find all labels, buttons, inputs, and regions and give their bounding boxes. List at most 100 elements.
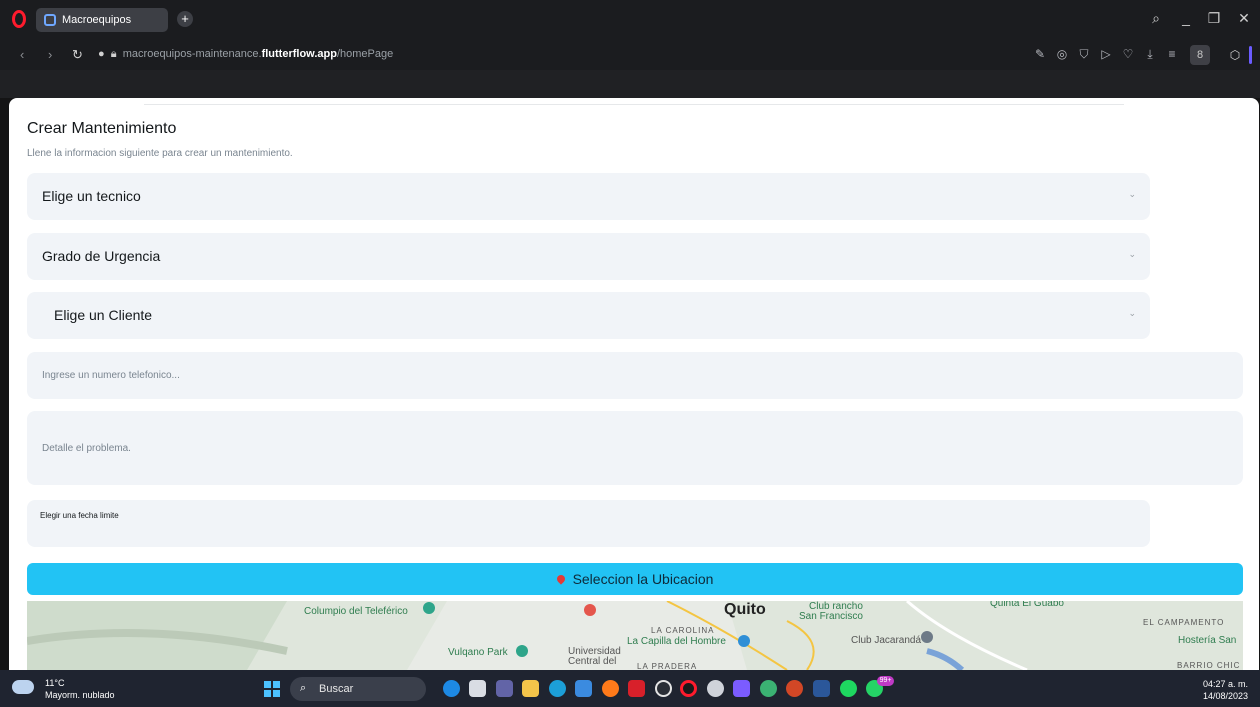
download-icon[interactable]: ⤓ bbox=[1143, 47, 1157, 61]
location-pin-icon: ● bbox=[98, 48, 105, 60]
search-icon: ⌕ bbox=[300, 682, 307, 694]
museum-pin-icon bbox=[738, 635, 750, 647]
hospital-pin-icon bbox=[584, 604, 596, 616]
fecha-limite-picker[interactable]: Elegir una fecha limite bbox=[27, 500, 1150, 547]
map-label: San Francisco bbox=[799, 611, 863, 622]
restore-icon[interactable]: ❐ bbox=[1204, 10, 1224, 27]
chevron-down-icon: ⌄ bbox=[1128, 189, 1136, 199]
shield-icon[interactable]: ⛉ bbox=[1077, 47, 1091, 61]
map-label: La Capilla del Hombre bbox=[627, 636, 726, 647]
park-pin-icon bbox=[423, 602, 435, 614]
notification-badge: 99+ bbox=[877, 676, 894, 686]
telefono-field bbox=[27, 352, 1243, 399]
taskbar-search[interactable]: ⌕ Buscar bbox=[290, 677, 426, 701]
clock-time: 04:27 a. m. bbox=[1202, 679, 1248, 689]
weather-condition: Mayorm. nublado bbox=[45, 690, 115, 700]
system-clock[interactable]: 04:27 a. m. 14/08/2023 bbox=[1203, 678, 1248, 702]
place-pin-icon bbox=[921, 631, 933, 643]
sidebar-accent bbox=[1249, 46, 1252, 64]
app-icon[interactable] bbox=[733, 680, 750, 697]
search-label: Buscar bbox=[319, 683, 354, 695]
select-location-button[interactable]: Seleccion la Ubicacion bbox=[27, 563, 1243, 595]
app-icon[interactable] bbox=[760, 680, 777, 697]
app-icon[interactable] bbox=[707, 680, 724, 697]
cliente-dropdown[interactable]: Elige un Cliente ⌄ bbox=[27, 292, 1150, 339]
address-bar: ‹ › ↻ ● 🔒︎ macroequipos-maintenance.flut… bbox=[0, 40, 1260, 70]
tab-title: Macroequipos bbox=[62, 14, 132, 26]
map-city-label: Quito bbox=[724, 601, 766, 618]
browser-tab-bar: Macroequipos + ⌕ _ ❐ ✕ bbox=[0, 0, 1260, 40]
opera-icon[interactable] bbox=[680, 680, 697, 697]
start-icon[interactable] bbox=[264, 681, 280, 697]
map-label: Club Jacarandá bbox=[851, 635, 922, 646]
problema-input[interactable] bbox=[27, 411, 1243, 485]
minimize-icon[interactable]: _ bbox=[1176, 10, 1196, 26]
clock-date: 14/08/2023 bbox=[1202, 691, 1248, 701]
url-domain: flutterflow.app bbox=[261, 48, 337, 60]
map-label: Vulqano Park bbox=[448, 647, 508, 658]
url-field[interactable]: ● 🔒︎ macroequipos-maintenance.flutterflo… bbox=[98, 48, 393, 61]
profile-button[interactable]: 8 bbox=[1190, 45, 1210, 65]
edit-icon[interactable]: ✎ bbox=[1033, 47, 1047, 61]
problema-field bbox=[27, 411, 1243, 485]
new-tab-icon[interactable]: + bbox=[177, 11, 193, 27]
extensions-icon[interactable]: ⬡ bbox=[1226, 45, 1244, 65]
chevron-down-icon: ⌄ bbox=[1128, 249, 1136, 259]
close-icon[interactable]: ✕ bbox=[1234, 10, 1254, 27]
map-label: EL CAMPAMENTO bbox=[1143, 618, 1225, 627]
fecha-limite-label: Elegir una fecha limite bbox=[40, 511, 119, 520]
map-view[interactable]: Columpio del Teleférico Quito Club ranch… bbox=[27, 601, 1243, 670]
app-icon[interactable] bbox=[628, 680, 645, 697]
menu-icon[interactable]: ≡ bbox=[1165, 47, 1179, 61]
back-icon[interactable]: ‹ bbox=[20, 47, 24, 62]
map-pin-icon bbox=[554, 573, 567, 585]
store-icon[interactable] bbox=[575, 680, 592, 697]
search-tabs-icon[interactable]: ⌕ bbox=[1146, 10, 1166, 27]
file-explorer-icon[interactable] bbox=[522, 680, 539, 697]
chevron-down-icon: ⌄ bbox=[1128, 308, 1136, 318]
temperature: 11°C bbox=[45, 678, 65, 688]
map-label: LA CAROLINA bbox=[651, 626, 715, 635]
lock-icon: 🔒︎ bbox=[110, 48, 117, 60]
urgencia-dropdown[interactable]: Grado de Urgencia ⌄ bbox=[27, 233, 1150, 280]
url-path: /homePage bbox=[336, 48, 394, 60]
select-location-label: Seleccion la Ubicacion bbox=[572, 571, 714, 587]
play-icon[interactable]: ▷ bbox=[1099, 47, 1113, 61]
edge-icon[interactable] bbox=[549, 680, 566, 697]
heart-icon[interactable]: ♡ bbox=[1121, 47, 1135, 61]
reload-icon[interactable]: ↻ bbox=[72, 47, 83, 63]
teams-icon[interactable] bbox=[496, 680, 513, 697]
telefono-input[interactable] bbox=[27, 352, 1243, 399]
cloud-icon[interactable] bbox=[12, 680, 34, 694]
task-view-icon[interactable] bbox=[469, 680, 486, 697]
tecnico-dropdown[interactable]: Elige un tecnico ⌄ bbox=[27, 173, 1150, 220]
map-label: Columpio del Teleférico bbox=[304, 606, 408, 617]
url-prefix: macroequipos-maintenance. bbox=[122, 48, 262, 60]
word-icon[interactable] bbox=[813, 680, 830, 697]
cliente-label: Elige un Cliente bbox=[54, 307, 153, 323]
tab-macroequipos[interactable]: Macroequipos bbox=[36, 8, 168, 32]
forward-icon[interactable]: › bbox=[48, 47, 52, 62]
page-content: Crear Mantenimiento Llene la informacion… bbox=[9, 98, 1259, 670]
park-pin-icon bbox=[516, 645, 528, 657]
bookmarks-strip bbox=[0, 70, 1260, 98]
map-label: BARRIO CHIC bbox=[1177, 661, 1241, 670]
map-label: Central del bbox=[568, 656, 617, 667]
camera-icon[interactable]: ◎ bbox=[1055, 47, 1069, 61]
app-icon[interactable] bbox=[655, 680, 672, 697]
powerpoint-icon[interactable] bbox=[786, 680, 803, 697]
tab-favicon-icon bbox=[44, 14, 56, 26]
tecnico-label: Elige un tecnico bbox=[42, 188, 141, 204]
page-subtitle: Llene la informacion siguiente para crea… bbox=[27, 148, 293, 159]
map-label: Quinta El Guabo bbox=[990, 601, 1064, 609]
opera-logo-icon[interactable] bbox=[12, 10, 26, 28]
app-icon[interactable] bbox=[443, 680, 460, 697]
divider bbox=[144, 104, 1124, 105]
map-label: Hostería San bbox=[1178, 635, 1237, 646]
firefox-icon[interactable] bbox=[602, 680, 619, 697]
page-title: Crear Mantenimiento bbox=[27, 120, 177, 137]
taskbar: 11°C Mayorm. nublado ⌕ Buscar 99+ 04:27 … bbox=[0, 670, 1260, 707]
spotify-icon[interactable] bbox=[840, 680, 857, 697]
urgencia-label: Grado de Urgencia bbox=[42, 248, 161, 264]
map-label: LA PRADERA bbox=[637, 662, 698, 670]
